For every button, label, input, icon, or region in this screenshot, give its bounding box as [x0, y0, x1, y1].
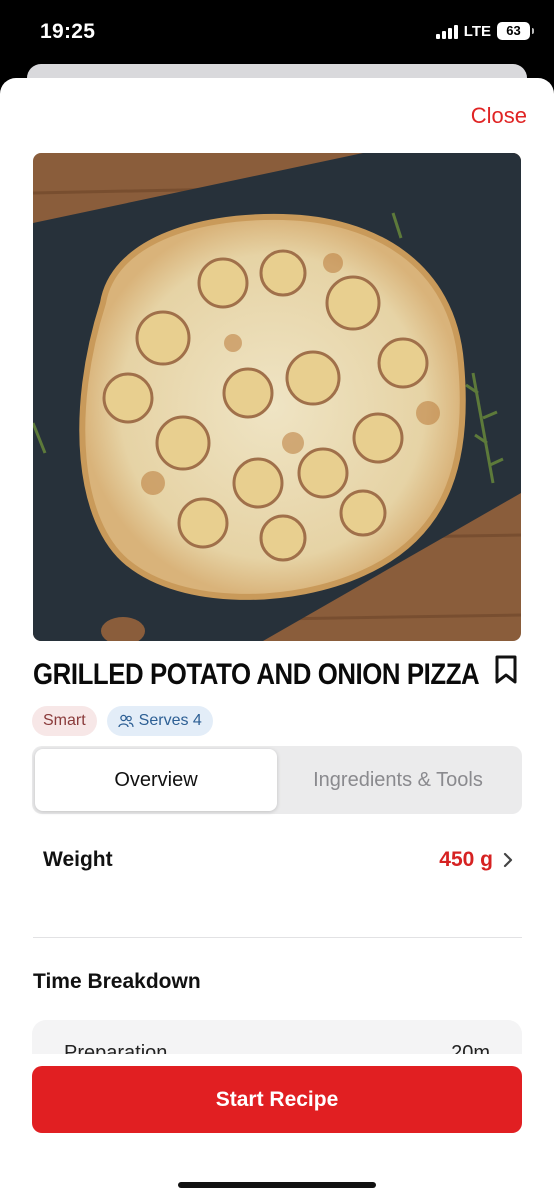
serves-badge: Serves 4	[106, 706, 213, 736]
recipe-sheet: Close GRILLED POTATO AND ONION PIZZA Sma…	[0, 78, 554, 1200]
bookmark-icon[interactable]	[494, 655, 518, 685]
status-time: 19:25	[40, 20, 96, 43]
home-indicator	[178, 1182, 376, 1188]
battery-icon: 63	[497, 22, 534, 40]
weight-value-group: 450 g	[439, 848, 513, 872]
close-button[interactable]: Close	[471, 103, 527, 129]
recipe-badges: Smart Serves 4	[32, 706, 213, 736]
status-indicators: LTE 63	[435, 22, 534, 40]
status-bar: 19:25 LTE 63	[0, 0, 554, 66]
signal-icon	[435, 24, 458, 39]
weight-label: Weight	[43, 848, 113, 871]
serves-label: Serves 4	[138, 712, 202, 729]
smart-badge: Smart	[32, 706, 97, 736]
weight-row[interactable]: Weight 450 g	[43, 842, 513, 878]
time-breakdown-title: Time Breakdown	[33, 970, 201, 993]
tab-bar: Overview Ingredients & Tools	[32, 746, 522, 814]
recipe-image	[33, 153, 521, 641]
recipe-title: GRILLED POTATO AND ONION PIZZA	[33, 658, 480, 691]
people-icon	[118, 714, 134, 728]
network-type: LTE	[463, 22, 491, 40]
tab-ingredients-tools[interactable]: Ingredients & Tools	[277, 749, 519, 811]
weight-value: 450 g	[439, 848, 493, 871]
chevron-right-icon	[503, 852, 513, 868]
start-recipe-button[interactable]: Start Recipe	[32, 1066, 522, 1133]
tab-overview[interactable]: Overview	[35, 749, 277, 811]
divider	[33, 937, 522, 938]
